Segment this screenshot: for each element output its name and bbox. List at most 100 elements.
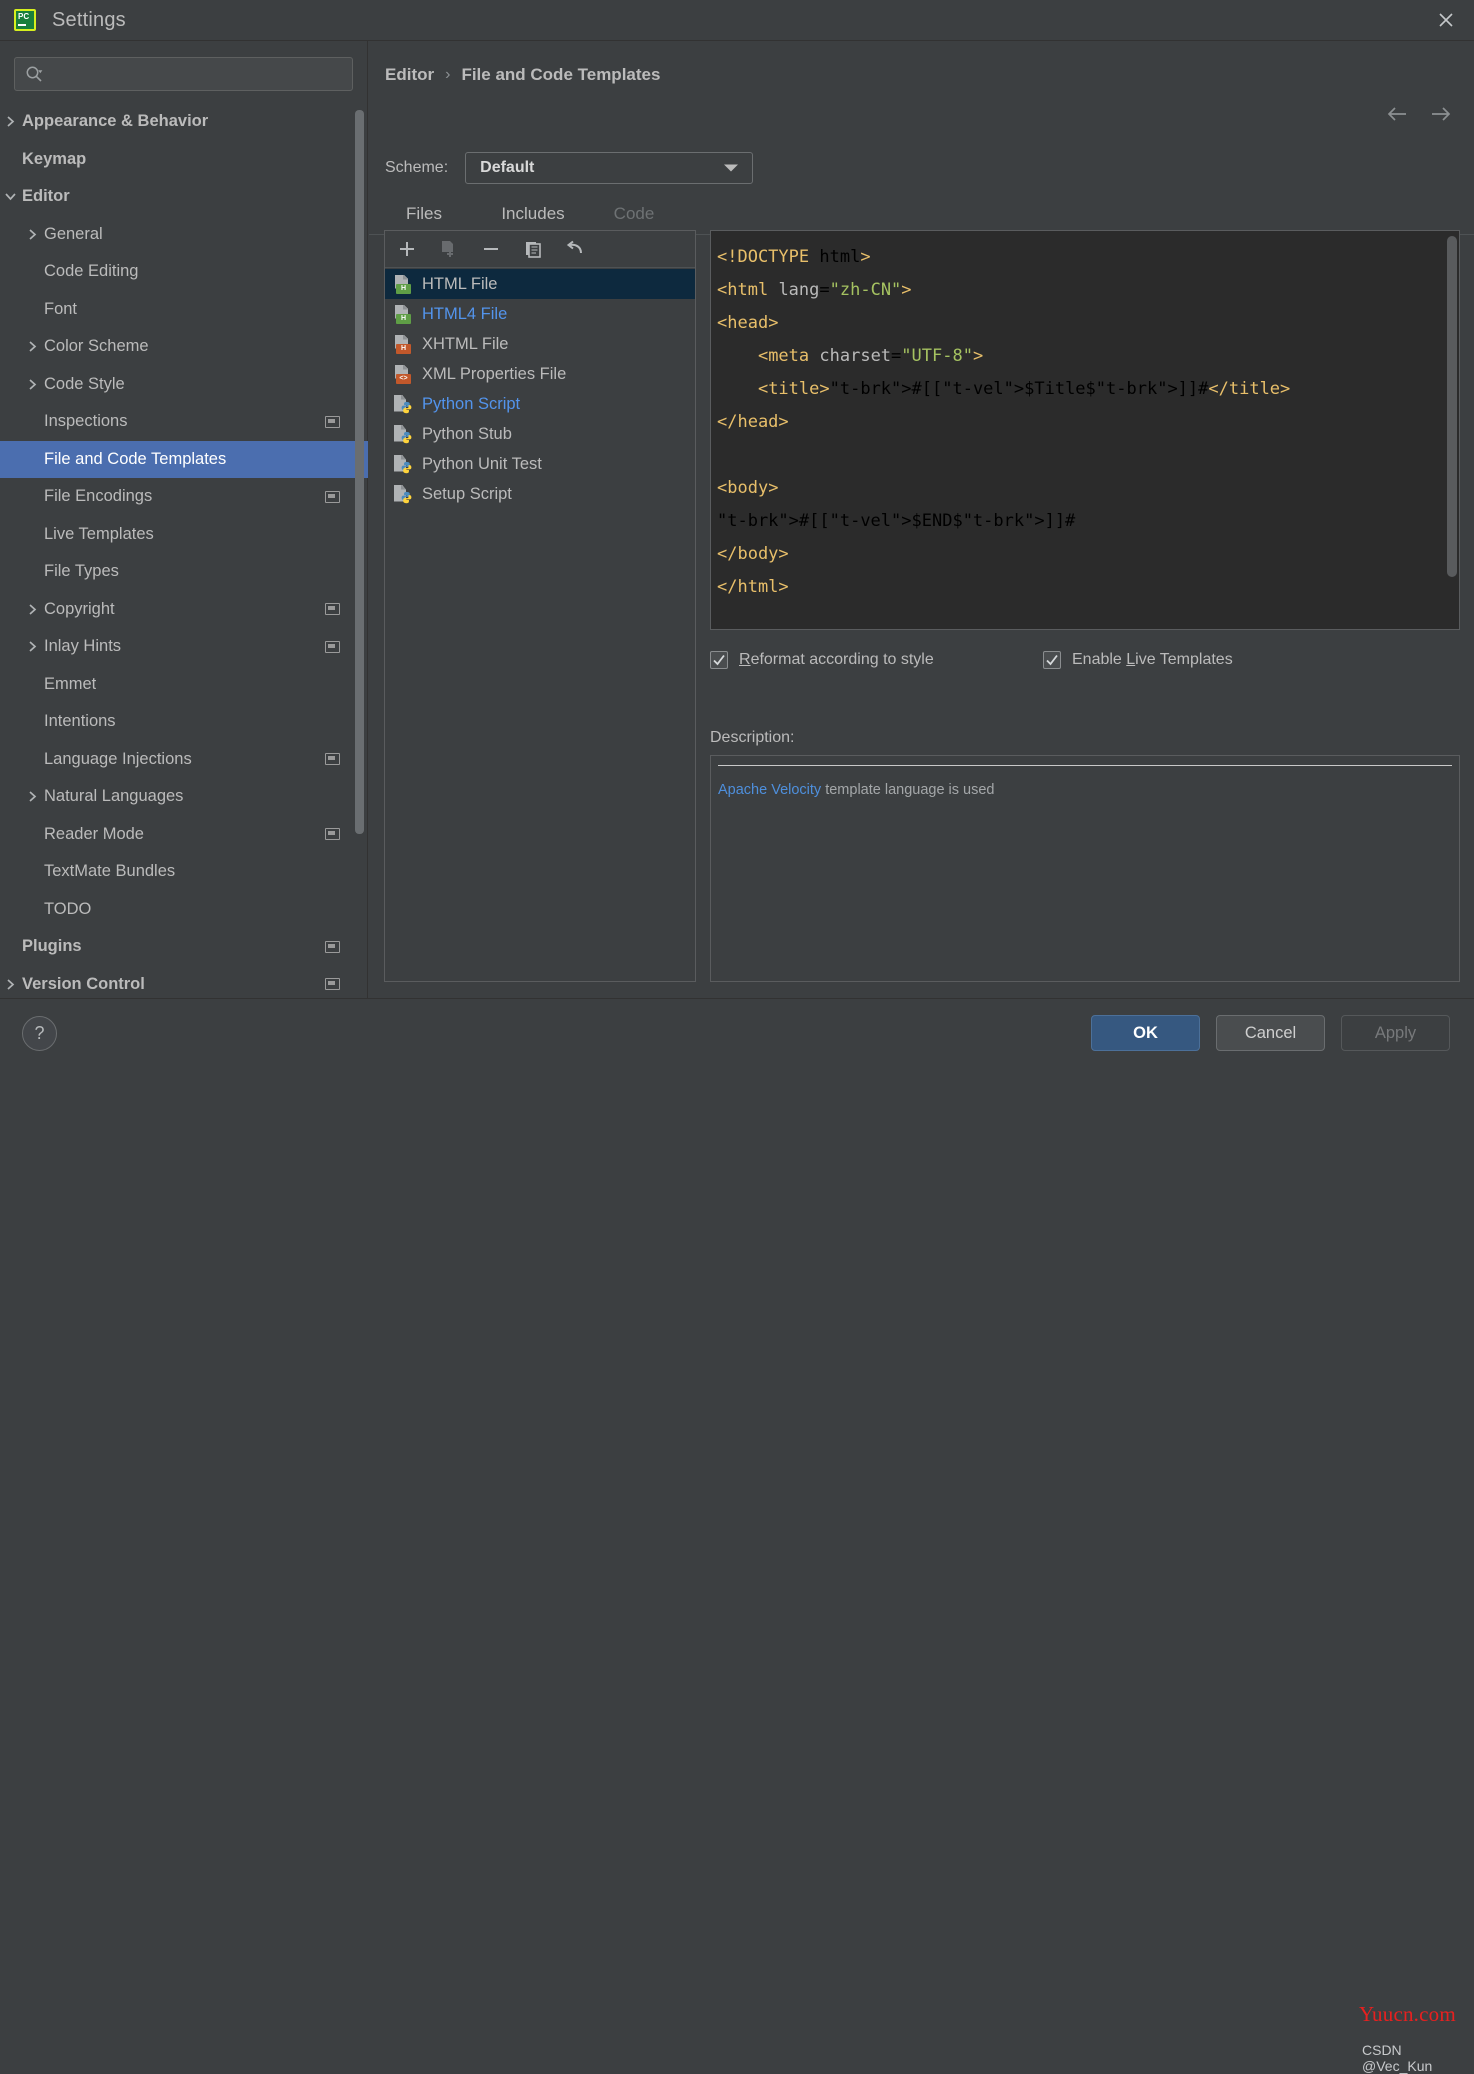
tab-code: Code bbox=[602, 193, 666, 235]
sidebar-item-code-editing[interactable]: Code Editing bbox=[0, 253, 368, 291]
sidebar-item-label: Font bbox=[44, 299, 78, 318]
chevron-right-icon[interactable] bbox=[24, 228, 44, 241]
close-icon[interactable] bbox=[1418, 0, 1474, 40]
sidebar-item-live-templates[interactable]: Live Templates bbox=[0, 516, 368, 554]
template-list-item[interactable]: Python Script bbox=[385, 389, 695, 419]
tab-includes[interactable]: Includes bbox=[480, 193, 586, 235]
sidebar-item-appearance-behavior[interactable]: Appearance & Behavior bbox=[0, 103, 368, 141]
reset-to-default-button[interactable] bbox=[563, 237, 587, 261]
chevron-right-icon[interactable] bbox=[2, 115, 22, 128]
sidebar-item-color-scheme[interactable]: Color Scheme bbox=[0, 328, 368, 366]
create-from-file-button bbox=[437, 237, 461, 261]
template-list-item[interactable]: H HTML4 File bbox=[385, 299, 695, 329]
breadcrumb: Editor › File and Code Templates bbox=[385, 65, 660, 85]
copy-template-button[interactable] bbox=[521, 237, 545, 261]
sidebar-item-textmate-bundles[interactable]: TextMate Bundles bbox=[0, 853, 368, 891]
sidebar-item-label: File and Code Templates bbox=[44, 449, 227, 468]
template-list-item[interactable]: H XHTML File bbox=[385, 329, 695, 359]
sidebar-item-emmet[interactable]: Emmet bbox=[0, 666, 368, 704]
sidebar-item-inlay-hints[interactable]: Inlay Hints bbox=[0, 628, 368, 666]
reformat-checkbox-label: Reformat according to style bbox=[739, 651, 934, 669]
sidebar-item-copyright[interactable]: Copyright bbox=[0, 591, 368, 629]
chevron-right-icon[interactable] bbox=[24, 378, 44, 391]
sidebar-item-general[interactable]: General bbox=[0, 216, 368, 254]
python-file-icon bbox=[394, 454, 413, 474]
template-code-editor[interactable]: <!DOCTYPE html> <html lang="zh-CN"> <hea… bbox=[710, 230, 1460, 630]
template-list-item[interactable]: Python Stub bbox=[385, 419, 695, 449]
sidebar-item-reader-mode[interactable]: Reader Mode bbox=[0, 816, 368, 854]
chevron-right-icon[interactable] bbox=[24, 340, 44, 353]
template-list-item[interactable]: H HTML File bbox=[385, 269, 695, 299]
arrow-right-icon[interactable] bbox=[1430, 105, 1452, 123]
sidebar-item-code-style[interactable]: Code Style bbox=[0, 366, 368, 404]
breadcrumb-item-editor[interactable]: Editor bbox=[385, 65, 434, 85]
remove-template-button[interactable] bbox=[479, 237, 503, 261]
arrow-left-icon[interactable] bbox=[1386, 105, 1408, 123]
template-list-item[interactable]: Setup Script bbox=[385, 479, 695, 509]
help-button[interactable]: ? bbox=[22, 1016, 57, 1051]
xml-file-icon: <> bbox=[394, 364, 413, 384]
sidebar-item-editor[interactable]: Editor bbox=[0, 178, 368, 216]
sidebar-item-label: Live Templates bbox=[44, 524, 154, 543]
editor-scrollbar[interactable] bbox=[1447, 236, 1457, 577]
template-code-text[interactable]: <!DOCTYPE html> <html lang="zh-CN"> <hea… bbox=[711, 231, 1459, 604]
editor-scrollbar-track bbox=[1445, 231, 1459, 629]
template-item-label: XHTML File bbox=[422, 334, 509, 353]
cancel-button[interactable]: Cancel bbox=[1216, 1015, 1325, 1051]
tab-files[interactable]: Files bbox=[385, 193, 463, 236]
live-templates-checkbox[interactable] bbox=[1043, 651, 1061, 669]
search-input[interactable] bbox=[14, 57, 353, 91]
sidebar-item-file-and-code-templates[interactable]: File and Code Templates bbox=[0, 440, 368, 478]
apache-velocity-link[interactable]: Apache Velocity bbox=[718, 782, 821, 798]
sidebar-item-font[interactable]: Font bbox=[0, 291, 368, 329]
sidebar-item-natural-languages[interactable]: Natural Languages bbox=[0, 778, 368, 816]
sidebar-item-label: Appearance & Behavior bbox=[22, 112, 209, 131]
chevron-right-icon[interactable] bbox=[24, 790, 44, 803]
scheme-row: Scheme: Default bbox=[385, 152, 754, 184]
ok-button[interactable]: OK bbox=[1091, 1015, 1200, 1051]
templates-list: H HTML File H HTML4 File H XHTML File <> XML Pr… bbox=[385, 269, 695, 981]
logo-underline bbox=[18, 24, 26, 26]
chevron-right-icon[interactable] bbox=[24, 603, 44, 616]
watermark-site: Yuucn.com bbox=[1359, 2002, 1456, 2026]
sidebar-item-label: Keymap bbox=[22, 149, 87, 168]
sidebar-item-file-types[interactable]: File Types bbox=[0, 553, 368, 591]
chevron-right-icon[interactable] bbox=[24, 640, 44, 653]
project-scope-icon bbox=[325, 940, 340, 953]
live-templates-checkbox-row[interactable]: Enable Live Templates bbox=[1043, 651, 1233, 669]
apply-button: Apply bbox=[1341, 1015, 1450, 1051]
sidebar-item-label: Natural Languages bbox=[44, 787, 184, 806]
sidebar-item-label: Intentions bbox=[44, 712, 116, 731]
add-template-button[interactable] bbox=[395, 237, 419, 261]
reformat-checkbox-row[interactable]: Reformat according to style bbox=[710, 651, 934, 669]
sidebar-item-todo[interactable]: TODO bbox=[0, 891, 368, 929]
scheme-selected-value: Default bbox=[480, 159, 535, 176]
sidebar-item-file-encodings[interactable]: File Encodings bbox=[0, 478, 368, 516]
reformat-mnemonic: R bbox=[739, 651, 751, 668]
live-templates-label-pre: Enable bbox=[1072, 651, 1127, 668]
reformat-checkbox[interactable] bbox=[710, 651, 728, 669]
sidebar-scrollbar[interactable] bbox=[355, 110, 364, 834]
sidebar-item-keymap[interactable]: Keymap bbox=[0, 141, 368, 179]
tab-label: Files bbox=[406, 204, 442, 223]
chevron-right-icon[interactable] bbox=[2, 978, 22, 991]
pycharm-logo-icon: PC bbox=[14, 9, 36, 31]
template-list-item[interactable]: Python Unit Test bbox=[385, 449, 695, 479]
project-scope-icon bbox=[325, 490, 340, 503]
sidebar-item-version-control[interactable]: Version Control bbox=[0, 966, 368, 999]
scheme-dropdown[interactable]: Default bbox=[465, 152, 754, 184]
sidebar-item-intentions[interactable]: Intentions bbox=[0, 703, 368, 741]
sidebar-item-inspections[interactable]: Inspections bbox=[0, 403, 368, 441]
sidebar-item-language-injections[interactable]: Language Injections bbox=[0, 741, 368, 779]
html-file-icon: H bbox=[394, 304, 413, 324]
chevron-down-icon[interactable] bbox=[2, 190, 22, 203]
template-item-label: Python Stub bbox=[422, 424, 512, 443]
sidebar-item-label: Copyright bbox=[44, 599, 115, 618]
settings-tree: Appearance & Behavior Keymap Editor General… bbox=[0, 103, 368, 998]
template-list-item[interactable]: <> XML Properties File bbox=[385, 359, 695, 389]
live-templates-mnemonic: L bbox=[1126, 651, 1136, 668]
live-templates-label-rest: ive Templates bbox=[1135, 651, 1233, 668]
description-panel[interactable]: Apache Velocity template language is use… bbox=[710, 755, 1460, 982]
project-scope-icon bbox=[325, 753, 340, 766]
sidebar-item-plugins[interactable]: Plugins bbox=[0, 928, 368, 966]
